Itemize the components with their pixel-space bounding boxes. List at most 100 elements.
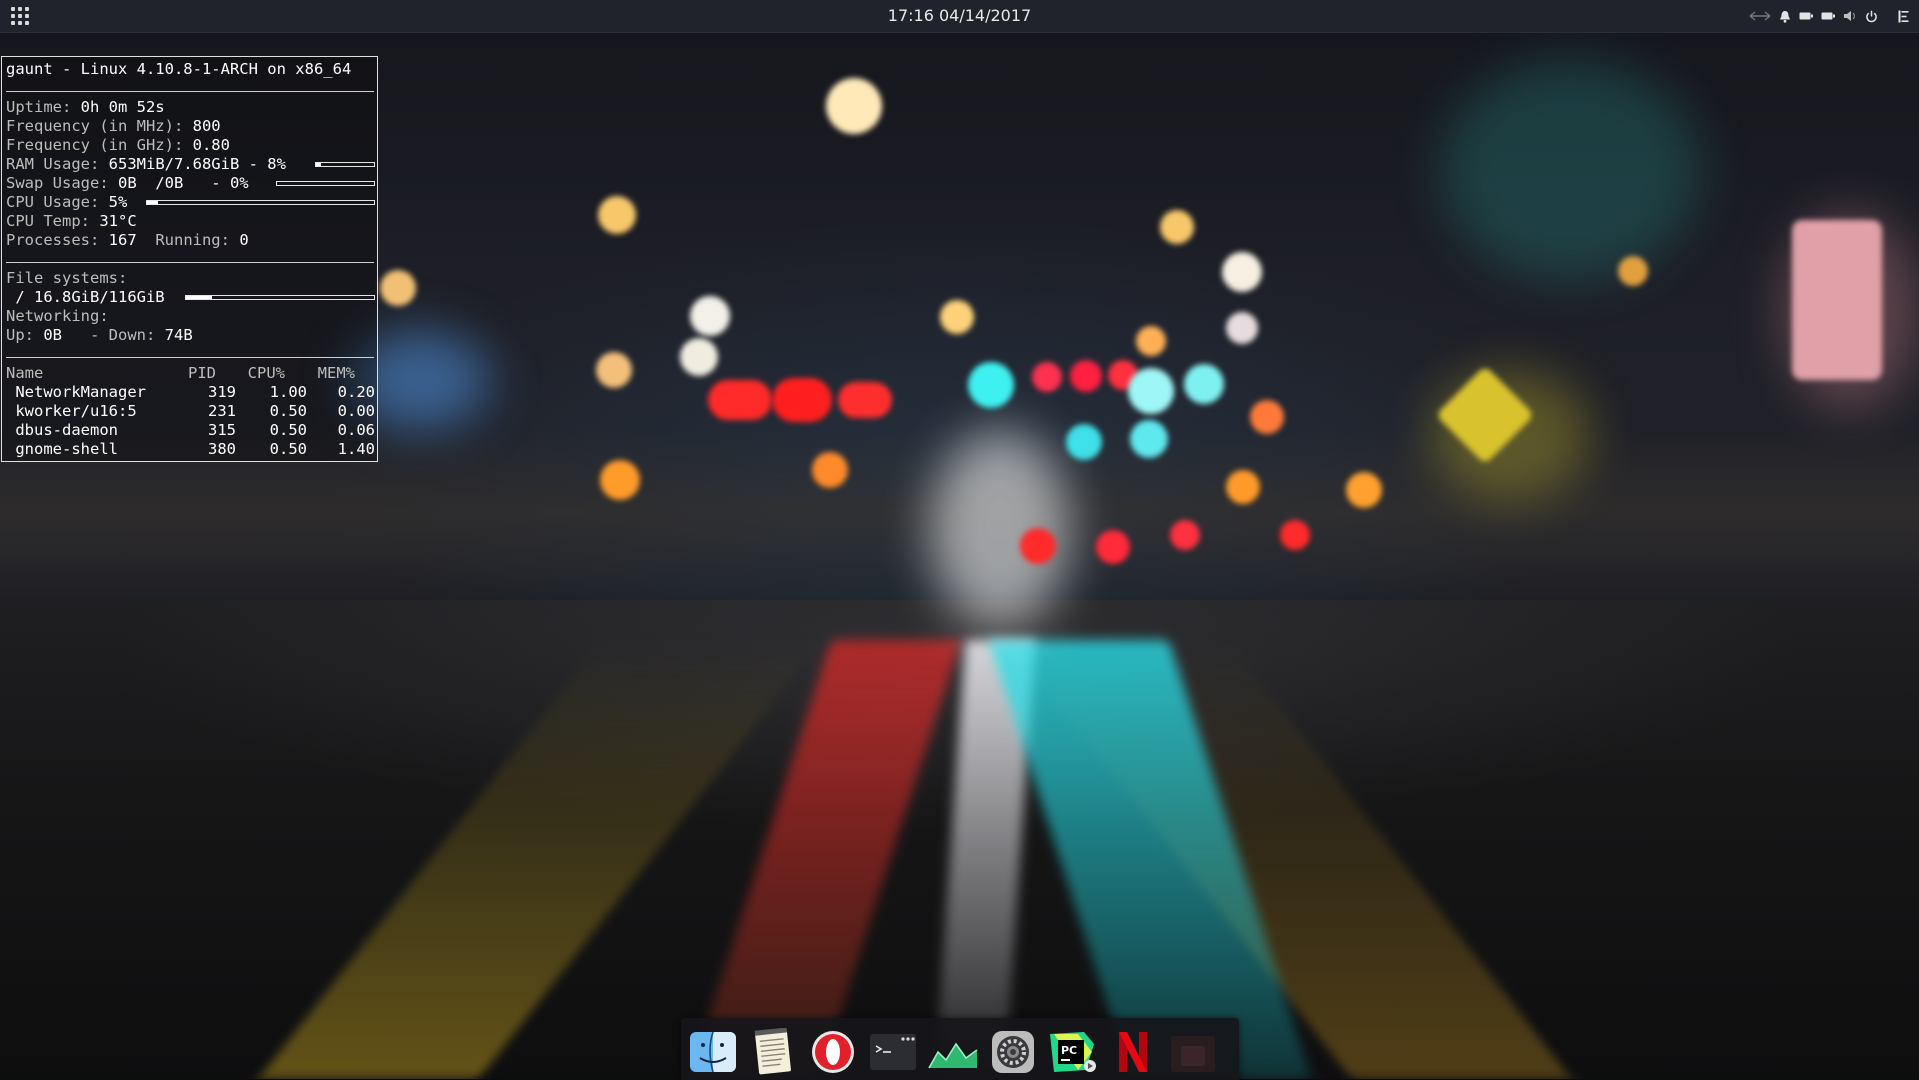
swap-usage-bar (276, 181, 375, 186)
cpu-usage-bar (146, 200, 375, 205)
processes-row: Processes: 167 Running: 0 (6, 231, 249, 250)
battery-icon[interactable] (1821, 8, 1835, 24)
wallpaper-bokeh (826, 78, 882, 134)
cpu-row: CPU Usage: 5% (6, 193, 127, 212)
column-header: PID (188, 364, 216, 382)
freq-mhz-row: Frequency (in MHz): 800 (6, 117, 221, 136)
wallpaper-sign (1792, 220, 1882, 380)
wallpaper-bokeh (380, 270, 416, 306)
wallpaper-light-glow (930, 430, 1070, 630)
wallpaper-bokeh (1032, 362, 1062, 392)
terminal-icon[interactable] (867, 1028, 919, 1076)
proc-cpu: 1.00 (269, 383, 307, 401)
battery-icon[interactable] (1799, 8, 1813, 24)
cpu-label: CPU Usage: (6, 193, 109, 211)
uptime-value: 0h 0m 52s (80, 98, 165, 116)
wallpaper-bokeh (1250, 400, 1284, 434)
power-icon[interactable] (1865, 8, 1878, 24)
blank-app-icon[interactable] (1167, 1028, 1219, 1076)
proc-pid: 319 (208, 383, 236, 401)
divider (6, 262, 374, 263)
proc-name: kworker/u16:5 (6, 402, 137, 420)
fs-root-value: / 16.8GiB/116GiB (6, 288, 165, 306)
processes-label: Processes: (6, 231, 109, 249)
column-header: CPU% (247, 364, 285, 382)
freq-mhz-label: Frequency (in MHz): (6, 117, 193, 135)
ram-usage-bar (315, 162, 375, 167)
proc-name: dbus-daemon (6, 421, 118, 439)
running-value: 0 (239, 231, 249, 249)
wallpaper-bokeh (772, 378, 832, 422)
clock[interactable]: 17:16 04/14/2017 (0, 0, 1919, 32)
dock: PC (681, 1018, 1239, 1080)
proc-mem: 0.06 (337, 421, 375, 439)
wallpaper-bokeh (838, 382, 892, 418)
proc-cpu: 0.50 (269, 440, 307, 458)
freq-ghz-row: Frequency (in GHz): 0.80 (6, 136, 230, 155)
wallpaper-bokeh (1020, 528, 1056, 564)
temp-row: CPU Temp: 31°C (6, 212, 137, 231)
ram-row: RAM Usage: 653MiB/7.68GiB - 8% (6, 155, 286, 174)
volume-icon[interactable] (1843, 8, 1857, 24)
wallpaper-bokeh (1226, 312, 1258, 344)
wallpaper-bokeh (680, 338, 718, 376)
proc-mem: 0.00 (337, 402, 375, 420)
ram-value: 653MiB/7.68GiB - 8% (108, 155, 286, 173)
proc-pid: 231 (208, 402, 236, 420)
text-editor-icon[interactable] (747, 1028, 799, 1076)
proc-pid: 315 (208, 421, 236, 439)
finder-icon[interactable] (687, 1028, 739, 1076)
down-label: - Down: (62, 326, 165, 344)
wallpaper-bokeh (596, 352, 632, 388)
wallpaper-bokeh (1280, 520, 1310, 550)
pycharm-icon[interactable]: PC (1047, 1028, 1099, 1076)
wallpaper-bokeh (1066, 424, 1102, 460)
swap-value: 0B /0B - 0% (117, 174, 249, 192)
notification-bell-icon[interactable] (1779, 8, 1791, 24)
wallpaper-bokeh (598, 196, 636, 234)
cpu-value: 5% (108, 193, 128, 211)
wallpaper-bokeh (1096, 530, 1130, 564)
system-monitor-icon[interactable] (927, 1028, 979, 1076)
wallpaper-bokeh (1128, 368, 1174, 414)
conky-title: gaunt - Linux 4.10.8-1-ARCH on x86_64 (6, 60, 352, 78)
opera-browser-icon[interactable] (807, 1028, 859, 1076)
wallpaper-bokeh (690, 296, 730, 336)
wallpaper-bokeh (1070, 360, 1102, 392)
column-header: Name (6, 364, 44, 382)
temp-label: CPU Temp: (6, 212, 100, 230)
system-tray (1749, 8, 1909, 24)
processes-value: 167 (108, 231, 137, 249)
uptime-label: Uptime: (6, 98, 81, 116)
settings-gear-icon[interactable] (987, 1028, 1039, 1076)
network-icon[interactable] (1749, 8, 1771, 24)
top-panel: 17:16 04/14/2017 (0, 0, 1919, 33)
proc-name: NetworkManager (6, 383, 146, 401)
proc-cpu: 0.50 (269, 421, 307, 439)
fs-usage-bar (185, 295, 375, 300)
uptime-row: Uptime: 0h 0m 52s (6, 98, 165, 117)
wallpaper-bokeh (1346, 472, 1382, 508)
temp-value: 31°C (99, 212, 137, 230)
wallpaper-bokeh (1160, 210, 1194, 244)
netflix-icon[interactable] (1107, 1028, 1159, 1076)
proc-cpu: 0.50 (269, 402, 307, 420)
freq-mhz-value: 800 (192, 117, 221, 135)
up-value: 0B (43, 326, 62, 344)
wallpaper-bokeh (1226, 470, 1260, 504)
divider (6, 91, 374, 92)
wallpaper-light-glow (1440, 60, 1700, 280)
wallpaper-bokeh (1130, 420, 1168, 458)
swap-label: Swap Usage: (6, 174, 118, 192)
fs-label: File systems: (6, 269, 128, 287)
wallpaper-bokeh (600, 460, 640, 500)
wallpaper-bokeh (1222, 252, 1262, 292)
wallpaper-bokeh (1170, 520, 1200, 550)
up-label: Up: (6, 326, 44, 344)
wallpaper-bokeh (708, 380, 772, 420)
proc-mem: 0.20 (337, 383, 375, 401)
menu-icon[interactable] (1898, 8, 1909, 24)
proc-mem: 1.40 (337, 440, 375, 458)
proc-pid: 380 (208, 440, 236, 458)
net-label: Networking: (6, 307, 109, 325)
